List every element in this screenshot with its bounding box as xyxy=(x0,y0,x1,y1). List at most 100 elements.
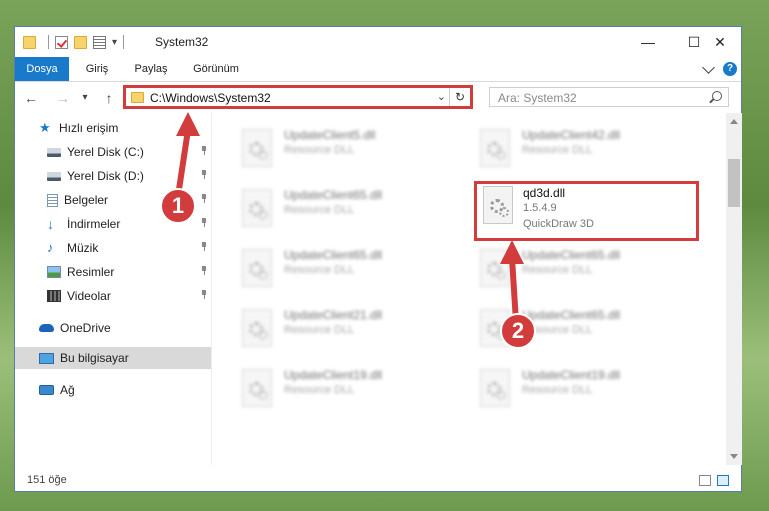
sidebar-item-disk-d[interactable]: Yerel Disk (D:) xyxy=(15,165,211,187)
dll-file-icon xyxy=(483,186,513,224)
ribbon-tabs: Dosya Giriş Paylaş Görünüm ? xyxy=(15,57,741,82)
file-description: Resource DLL xyxy=(284,324,355,336)
dll-file-icon xyxy=(242,249,272,287)
cloud-icon xyxy=(39,324,54,332)
file-name: UpdateClient5.dll xyxy=(284,128,376,142)
star-icon: ★ xyxy=(39,120,51,135)
sidebar-item-label: İndirmeler xyxy=(67,217,121,231)
minimize-button[interactable]: — xyxy=(625,27,671,57)
view-details-icon[interactable] xyxy=(93,35,106,49)
item-count: 151 öğe xyxy=(27,474,67,486)
scroll-up-icon[interactable] xyxy=(730,119,738,124)
file-item[interactable]: UpdateClient21.dll Resource DLL xyxy=(232,303,462,355)
address-bar[interactable]: C:\Windows\System32 ⌄ ↻ xyxy=(123,85,473,109)
file-item[interactable]: UpdateClient65.dll Resource DLL xyxy=(232,243,462,295)
file-name: UpdateClient19.dll xyxy=(522,368,621,382)
search-placeholder: Ara: System32 xyxy=(498,91,577,105)
address-path[interactable]: C:\Windows\System32 xyxy=(150,91,271,105)
file-description: Resource DLL xyxy=(284,204,355,216)
file-item[interactable]: UpdateClient5.dll Resource DLL xyxy=(232,123,462,175)
pin-icon[interactable] xyxy=(201,242,207,251)
file-name: UpdateClient65.dll xyxy=(284,248,383,262)
tab-paylas[interactable]: Paylaş xyxy=(127,57,175,81)
sidebar-item-quick-access[interactable]: ★ Hızlı erişim xyxy=(15,117,211,139)
sidebar-item-videos[interactable]: Videolar xyxy=(15,285,211,307)
back-button[interactable]: ← xyxy=(21,87,41,109)
help-icon[interactable]: ? xyxy=(723,62,737,76)
file-name: UpdateClient65.dll xyxy=(522,248,621,262)
tab-dosya[interactable]: Dosya xyxy=(15,57,69,81)
scroll-down-icon[interactable] xyxy=(730,454,738,459)
close-button[interactable]: ✕ xyxy=(697,27,743,57)
pin-icon[interactable] xyxy=(201,194,207,203)
sidebar-item-pictures[interactable]: Resimler xyxy=(15,261,211,283)
download-icon: ↓ xyxy=(47,216,54,232)
expand-ribbon-chevron-icon[interactable] xyxy=(702,61,715,74)
details-view-icon[interactable] xyxy=(699,475,711,486)
scroll-thumb[interactable] xyxy=(728,159,740,207)
dll-file-icon xyxy=(480,249,510,287)
videos-icon xyxy=(47,290,61,302)
vertical-scrollbar[interactable] xyxy=(726,113,742,465)
dll-file-icon xyxy=(242,189,272,227)
folder-icon xyxy=(131,92,144,103)
dll-file-icon xyxy=(242,309,272,347)
drive-icon xyxy=(47,171,61,181)
file-item[interactable]: UpdateClient19.dll Resource DLL xyxy=(232,363,462,415)
file-item[interactable]: UpdateClient42.dll Resource DLL xyxy=(470,123,710,175)
sidebar-item-label: Hızlı erişim xyxy=(59,121,119,135)
sidebar-item-label: OneDrive xyxy=(60,321,111,335)
callout-1: 1 xyxy=(160,188,196,224)
window-title: System32 xyxy=(155,35,209,49)
tab-giris[interactable]: Giriş xyxy=(77,57,117,81)
dll-file-icon xyxy=(480,369,510,407)
pin-icon[interactable] xyxy=(201,218,207,227)
forward-button[interactable]: → xyxy=(53,87,73,109)
new-folder-icon[interactable] xyxy=(74,35,87,49)
refresh-button[interactable]: ↻ xyxy=(449,88,470,106)
dll-file-icon xyxy=(480,129,510,167)
sidebar-item-network[interactable]: Ağ xyxy=(15,379,211,401)
large-icons-view-icon[interactable] xyxy=(717,475,729,486)
file-item[interactable]: UpdateClient65.dll Resource DLL xyxy=(232,183,462,235)
file-name: qd3d.dll xyxy=(523,186,566,200)
pin-icon[interactable] xyxy=(201,266,207,275)
address-dropdown-icon[interactable]: ⌄ xyxy=(437,90,446,103)
tab-gorunum[interactable]: Görünüm xyxy=(183,57,249,81)
recent-locations-dropdown[interactable]: ▾ xyxy=(75,87,95,109)
up-button[interactable]: ↑ xyxy=(99,87,119,109)
toolbar-divider xyxy=(48,35,49,49)
file-item[interactable]: UpdateClient65.dll Resource DLL xyxy=(470,243,710,295)
search-input[interactable]: Ara: System32 xyxy=(489,87,729,107)
sidebar-item-this-pc[interactable]: Bu bilgisayar xyxy=(15,347,211,369)
file-description: QuickDraw 3D xyxy=(523,218,594,230)
file-name: UpdateClient65.dll xyxy=(522,308,621,322)
status-bar: 151 öğe xyxy=(15,469,741,491)
file-version: 1.5.4.9 xyxy=(523,202,557,214)
sidebar-item-label: Müzik xyxy=(67,241,99,255)
folder-icon xyxy=(23,35,36,49)
file-item[interactable]: UpdateClient19.dll Resource DLL xyxy=(470,363,710,415)
pin-icon[interactable] xyxy=(201,290,207,299)
file-explorer-window: ▾ System32 — ☐ ✕ Dosya Giriş Paylaş Görü… xyxy=(14,26,742,492)
file-name: UpdateClient42.dll xyxy=(522,128,621,142)
file-description: Resource DLL xyxy=(522,384,593,396)
file-description: Resource DLL xyxy=(522,144,593,156)
file-item-qd3d-dll[interactable]: qd3d.dll 1.5.4.9 QuickDraw 3D xyxy=(474,181,699,241)
pin-icon[interactable] xyxy=(201,146,207,155)
sidebar-item-label: Belgeler xyxy=(64,193,109,207)
computer-icon xyxy=(39,352,54,364)
customize-toolbar-dropdown[interactable]: ▾ xyxy=(112,37,117,48)
file-name: UpdateClient19.dll xyxy=(284,368,383,382)
sidebar-item-music[interactable]: ♪ Müzik xyxy=(15,237,211,259)
documents-icon xyxy=(47,193,58,207)
navigation-bar: ← → ▾ ↑ C:\Windows\System32 ⌄ ↻ Ara: Sys… xyxy=(15,83,741,113)
pin-icon[interactable] xyxy=(201,170,207,179)
sidebar-item-label: Yerel Disk (C:) xyxy=(67,145,144,159)
sidebar-item-disk-c[interactable]: Yerel Disk (C:) xyxy=(15,141,211,163)
sidebar-item-onedrive[interactable]: OneDrive xyxy=(15,317,211,339)
properties-check-icon[interactable] xyxy=(55,35,68,49)
toolbar-divider xyxy=(123,35,125,49)
search-icon[interactable] xyxy=(712,91,722,101)
sidebar-item-label: Yerel Disk (D:) xyxy=(67,169,144,183)
